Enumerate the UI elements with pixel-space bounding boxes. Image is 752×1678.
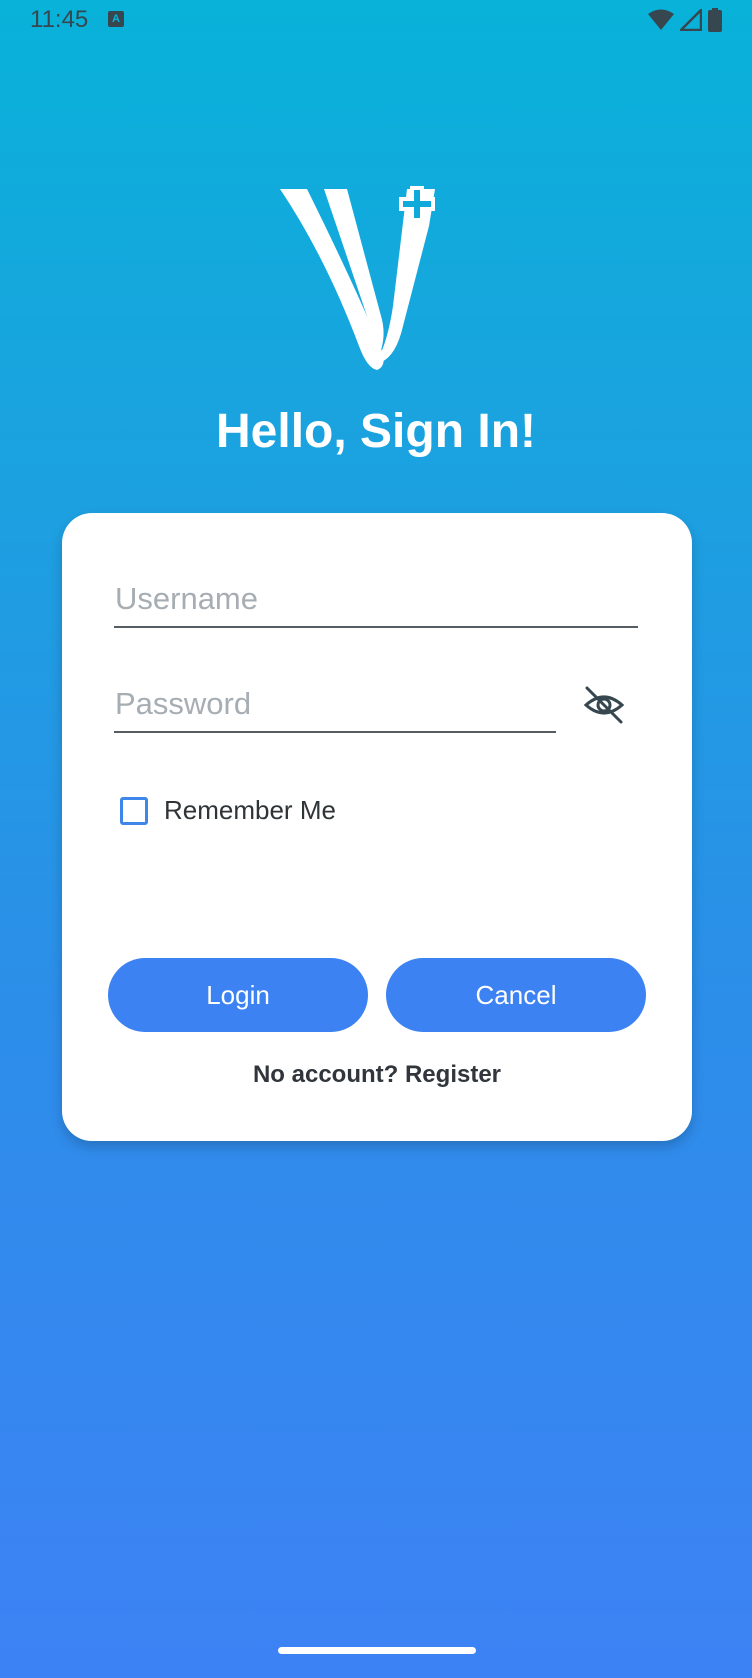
status-time: 11:45	[30, 6, 89, 33]
page-title: Hello, Sign In!	[216, 405, 536, 458]
status-icons	[648, 8, 722, 32]
cancel-button[interactable]: Cancel	[386, 958, 646, 1032]
login-button[interactable]: Login	[108, 958, 368, 1032]
notification-icon: A	[108, 11, 124, 27]
battery-icon	[708, 8, 722, 32]
register-link[interactable]: No account? Register	[62, 1061, 692, 1089]
app-logo	[280, 186, 435, 370]
cell-signal-icon	[680, 9, 702, 31]
status-bar: 11:45 A	[0, 0, 752, 40]
remember-me-label: Remember Me	[164, 795, 336, 825]
login-card: Remember Me Login Cancel No account? Reg…	[62, 513, 692, 1141]
eye-off-icon	[583, 686, 625, 724]
username-input[interactable]	[114, 578, 638, 628]
password-visibility-toggle[interactable]	[582, 683, 626, 727]
remember-me-checkbox[interactable]	[120, 796, 148, 825]
home-indicator[interactable]	[278, 1647, 476, 1654]
wifi-icon	[648, 9, 674, 30]
password-input[interactable]	[114, 683, 556, 733]
remember-me[interactable]: Remember Me	[120, 795, 336, 826]
